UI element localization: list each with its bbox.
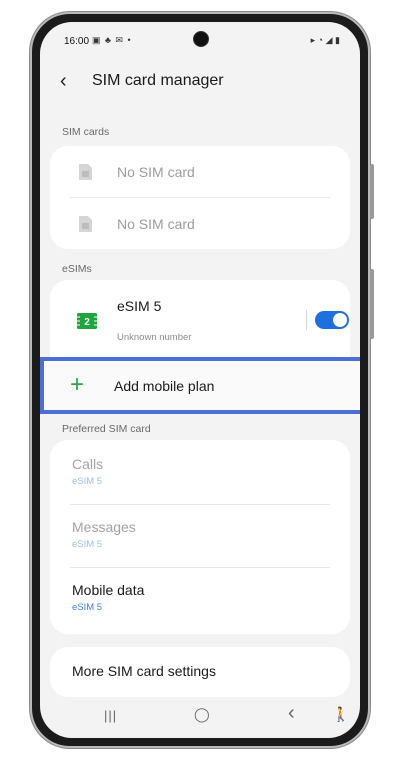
esim-chip-icon: 2: [77, 313, 97, 329]
preferred-card: Calls eSIM 5 Messages eSIM 5 Mobile data…: [50, 440, 350, 634]
home-icon[interactable]: ◯: [194, 706, 210, 723]
esim-name: eSIM 5: [117, 298, 162, 314]
sim-slot-1-label: No SIM card: [117, 164, 195, 180]
sim-slot-1-row[interactable]: No SIM card: [50, 146, 350, 197]
page-title: SIM card manager: [92, 72, 224, 89]
more-settings-row[interactable]: More SIM card settings: [50, 647, 350, 697]
esim-toggle[interactable]: [315, 311, 349, 329]
sim-card-icon: [79, 216, 92, 232]
back-arrow-icon[interactable]: ‹: [60, 70, 67, 93]
sim-slot-2-row[interactable]: No SIM card: [50, 198, 350, 249]
recents-icon[interactable]: |||: [104, 708, 117, 723]
status-time: 16:00: [64, 36, 90, 47]
add-mobile-plan-button[interactable]: + Add mobile plan: [40, 357, 360, 414]
status-bar: 16:00 ▣ ♣ ✉ • ▸ ◔ ◢ ▮: [40, 22, 360, 62]
phone-frame: 16:00 ▣ ♣ ✉ • ▸ ◔ ◢ ▮ ‹ SIM card manager…: [30, 12, 374, 748]
messages-title: Messages: [72, 519, 136, 535]
preferred-mobile-data-row[interactable]: Mobile data eSIM 5: [50, 568, 350, 634]
camera-icon: [193, 31, 209, 47]
esim-number: Unknown number: [117, 332, 192, 343]
sim-slot-2-label: No SIM card: [117, 216, 195, 232]
toggle-knob: [333, 313, 347, 327]
screen: 16:00 ▣ ♣ ✉ • ▸ ◔ ◢ ▮ ‹ SIM card manager…: [40, 22, 360, 738]
mobile-data-title: Mobile data: [72, 582, 145, 598]
calls-value: eSIM 5: [72, 476, 103, 487]
messages-value: eSIM 5: [72, 539, 103, 550]
nav-back-icon[interactable]: ‹: [288, 702, 295, 725]
add-mobile-plan-label: Add mobile plan: [114, 378, 215, 394]
more-settings-label: More SIM card settings: [72, 663, 216, 679]
notification-icons: ▣ ♣ ✉ •: [92, 35, 132, 45]
plus-icon: +: [70, 371, 85, 398]
mobile-data-value: eSIM 5: [72, 602, 103, 613]
esims-section-label: eSIMs: [62, 263, 92, 275]
sim-card-icon: [79, 164, 92, 180]
calls-title: Calls: [72, 456, 104, 472]
preferred-section-label: Preferred SIM card: [62, 423, 151, 435]
volume-button: [370, 164, 374, 219]
power-button: [370, 269, 374, 339]
signal-battery-icons: ▸ ◔ ◢ ▮: [310, 35, 340, 45]
esim-badge: 2: [84, 317, 90, 328]
sim-cards-section-label: SIM cards: [62, 126, 110, 138]
navigation-bar: ||| ◯ ‹ 🚶: [40, 696, 360, 738]
preferred-calls-row[interactable]: Calls eSIM 5: [50, 440, 350, 504]
preferred-messages-row[interactable]: Messages eSIM 5: [50, 505, 350, 567]
toggle-separator: [306, 310, 307, 330]
sim-cards-card: No SIM card No SIM card: [50, 146, 350, 249]
esim-row[interactable]: 2 eSIM 5 Unknown number: [50, 280, 350, 360]
accessibility-icon[interactable]: 🚶: [332, 706, 349, 723]
title-bar: ‹ SIM card manager: [40, 62, 360, 102]
